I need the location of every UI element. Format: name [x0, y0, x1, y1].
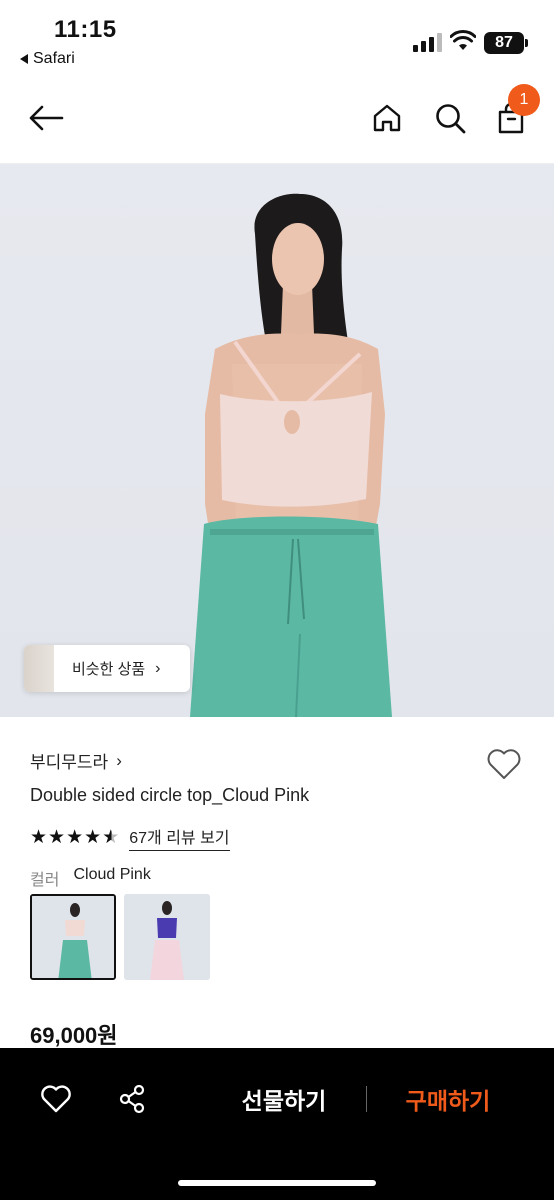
color-value: Cloud Pink — [73, 866, 151, 883]
home-indicator[interactable] — [178, 1180, 376, 1186]
similar-product-thumbnail — [24, 645, 54, 692]
battery-indicator: 87 — [484, 32, 528, 54]
buy-button[interactable]: 구매하기 — [388, 1083, 508, 1119]
rating-stars: ★ ★ ★ ★ ★ — [30, 826, 120, 848]
product-price: 69,000원 — [30, 1023, 118, 1048]
heart-icon — [487, 749, 521, 779]
back-triangle-icon — [20, 54, 28, 64]
product-image[interactable] — [0, 164, 554, 717]
wifi-icon — [450, 30, 476, 50]
share-button[interactable] — [114, 1082, 150, 1116]
nav-bar — [0, 80, 554, 164]
color-swatch-cloud-pink[interactable] — [30, 894, 116, 980]
bottom-action-bar — [0, 1048, 554, 1200]
gift-button[interactable]: 선물하기 — [226, 1083, 342, 1119]
star-icon: ★ — [30, 826, 48, 848]
back-app-label: Safari — [33, 50, 75, 67]
divider — [366, 1086, 367, 1112]
home-button[interactable] — [370, 100, 404, 136]
search-icon — [436, 104, 466, 134]
share-icon — [119, 1084, 145, 1114]
heart-icon — [41, 1085, 71, 1113]
wishlist-bottom-button[interactable] — [38, 1082, 74, 1116]
cart-count-badge: 1 — [508, 84, 540, 116]
half-star-icon: ★ — [102, 826, 120, 848]
reviews-link[interactable]: 67개 리뷰 보기 — [129, 824, 230, 851]
model-photo — [190, 193, 392, 717]
home-icon — [373, 104, 401, 132]
brand-name: 부디무드라 — [30, 753, 109, 772]
back-to-safari[interactable]: Safari — [20, 50, 75, 68]
chevron-right-icon: › — [116, 750, 122, 770]
back-arrow-icon — [29, 105, 64, 131]
color-row: 컬러 Cloud Pink — [30, 866, 151, 890]
cellular-signal-icon — [413, 33, 442, 52]
similar-products-label: 비슷한 상품 — [72, 661, 146, 678]
brand-link[interactable]: 부디무드라 › — [30, 748, 122, 773]
back-button[interactable] — [26, 100, 66, 136]
similar-products-button[interactable]: 비슷한 상품 › — [24, 645, 190, 692]
rating-row: ★ ★ ★ ★ ★ 67개 리뷰 보기 — [30, 824, 230, 851]
color-swatch-purple[interactable] — [124, 894, 210, 980]
star-icon: ★ — [66, 826, 84, 848]
swatch-thumbnail — [32, 896, 114, 978]
chevron-right-icon: › — [155, 659, 161, 677]
search-button[interactable] — [432, 100, 468, 136]
wishlist-button[interactable] — [486, 748, 522, 785]
star-icon: ★ — [84, 826, 102, 848]
star-icon: ★ — [48, 826, 66, 848]
color-label: 컬러 — [30, 872, 60, 889]
swatch-thumbnail — [124, 894, 210, 980]
status-time: 11:15 — [54, 16, 117, 43]
status-bar: 11:15 Safari 87 — [0, 0, 554, 80]
product-title: Double sided circle top_Cloud Pink — [30, 785, 310, 805]
